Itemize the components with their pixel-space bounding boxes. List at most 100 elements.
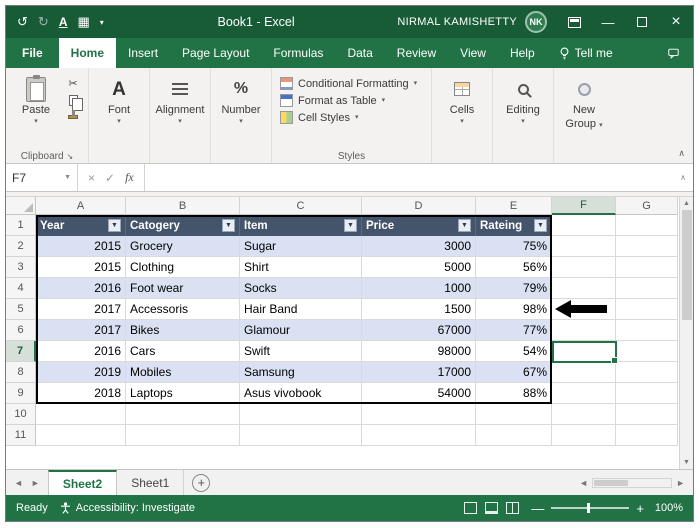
vertical-scroll-thumb[interactable] (681, 210, 692, 320)
cell-A4[interactable]: 2016 (36, 278, 126, 299)
row-header-5[interactable]: 5 (6, 299, 36, 320)
cell-styles-button[interactable]: Cell Styles ▾ (280, 111, 417, 124)
cell-G10[interactable] (616, 404, 678, 425)
tab-tell-me[interactable]: Tell me (547, 38, 625, 68)
row-header-1[interactable]: 1 (6, 215, 36, 236)
cell-A5[interactable]: 2017 (36, 299, 126, 320)
cell-F5[interactable] (552, 299, 616, 320)
row-header-4[interactable]: 4 (6, 278, 36, 299)
conditional-formatting-button[interactable]: Conditional Formatting ▾ (280, 77, 417, 90)
cell-D2[interactable]: 3000 (362, 236, 476, 257)
cell-A2[interactable]: 2015 (36, 236, 126, 257)
formula-input[interactable] (145, 164, 673, 191)
tab-page-layout[interactable]: Page Layout (170, 38, 261, 68)
cell-E2[interactable]: 75% (476, 236, 552, 257)
cell-F9[interactable] (552, 383, 616, 404)
avatar[interactable]: NK (525, 11, 547, 33)
tab-data[interactable]: Data (335, 38, 384, 68)
table-icon[interactable]: ▦ (74, 14, 92, 30)
vertical-scrollbar[interactable]: ▲ ▼ (679, 197, 693, 469)
cell-F3[interactable] (552, 257, 616, 278)
format-painter-button[interactable] (65, 110, 81, 124)
undo-icon[interactable]: ↺ (14, 14, 31, 30)
cell-G6[interactable] (616, 320, 678, 341)
cell-F10[interactable] (552, 404, 616, 425)
cell-F8[interactable] (552, 362, 616, 383)
cell-D11[interactable] (362, 425, 476, 446)
cell-G3[interactable] (616, 257, 678, 278)
cell-A8[interactable]: 2019 (36, 362, 126, 383)
tab-help[interactable]: Help (498, 38, 547, 68)
page-layout-view-button[interactable] (485, 502, 499, 514)
cell-C3[interactable]: Shirt (240, 257, 362, 278)
cells-button[interactable]: Cells ▾ (436, 72, 488, 147)
cell-F11[interactable] (552, 425, 616, 446)
cell-F1[interactable] (552, 215, 616, 236)
cell-B2[interactable]: Grocery (126, 236, 240, 257)
editing-button[interactable]: Editing ▾ (497, 72, 549, 147)
cell-G4[interactable] (616, 278, 678, 299)
underline-icon[interactable]: A (56, 15, 71, 29)
cell-D5[interactable]: 1500 (362, 299, 476, 320)
cell-G1[interactable] (616, 215, 678, 236)
cell-C9[interactable]: Asus vivobook (240, 383, 362, 404)
minimize-button[interactable]: — (591, 6, 625, 38)
collapse-ribbon-button[interactable]: ∧ (678, 148, 685, 159)
column-header-E[interactable]: E (476, 197, 552, 215)
page-break-view-button[interactable] (506, 502, 520, 514)
redo-icon[interactable]: ↻ (35, 14, 52, 30)
cell-B11[interactable] (126, 425, 240, 446)
number-button[interactable]: % Number ▾ (215, 72, 267, 147)
cell-B1[interactable]: Catogery ▼ (126, 215, 240, 236)
column-header-F[interactable]: F (552, 197, 616, 215)
cell-A9[interactable]: 2018 (36, 383, 126, 404)
cell-B9[interactable]: Laptops (126, 383, 240, 404)
cell-F6[interactable] (552, 320, 616, 341)
cell-F2[interactable] (552, 236, 616, 257)
cell-D1[interactable]: Price ▼ (362, 215, 476, 236)
tab-file[interactable]: File (6, 38, 59, 68)
cell-D10[interactable] (362, 404, 476, 425)
cell-E8[interactable]: 67% (476, 362, 552, 383)
cell-D7[interactable]: 98000 (362, 341, 476, 362)
row-header-9[interactable]: 9 (6, 383, 36, 404)
cell-A1[interactable]: Year ▼ (36, 215, 126, 236)
row-header-3[interactable]: 3 (6, 257, 36, 278)
cell-C6[interactable]: Glamour (240, 320, 362, 341)
close-button[interactable]: × (659, 6, 693, 38)
cell-A7[interactable]: 2016 (36, 341, 126, 362)
tab-home[interactable]: Home (58, 38, 117, 68)
filter-button-catogery[interactable]: ▼ (222, 219, 235, 232)
tab-formulas[interactable]: Formulas (261, 38, 335, 68)
ribbon-display-options-button[interactable] (557, 6, 591, 38)
accessibility-checker[interactable]: Accessibility: Investigate (60, 502, 195, 514)
name-box[interactable]: F7 ▼ (6, 164, 78, 191)
filter-button-item[interactable]: ▼ (344, 219, 357, 232)
cell-B5[interactable]: Accessoris (126, 299, 240, 320)
cell-E4[interactable]: 79% (476, 278, 552, 299)
cell-E6[interactable]: 77% (476, 320, 552, 341)
clipboard-dialog-launcher[interactable]: ↘ (67, 152, 74, 161)
cell-G5[interactable] (616, 299, 678, 320)
column-header-C[interactable]: C (240, 197, 362, 215)
zoom-out-button[interactable]: — (531, 502, 544, 515)
filter-button-year[interactable]: ▼ (108, 219, 121, 232)
column-header-D[interactable]: D (362, 197, 476, 215)
cancel-formula-button[interactable]: × (88, 171, 95, 185)
zoom-slider[interactable] (551, 503, 630, 513)
cell-G11[interactable] (616, 425, 678, 446)
cell-G2[interactable] (616, 236, 678, 257)
cell-B10[interactable] (126, 404, 240, 425)
cell-B4[interactable]: Foot wear (126, 278, 240, 299)
cell-C4[interactable]: Socks (240, 278, 362, 299)
tab-insert[interactable]: Insert (116, 38, 170, 68)
cell-A3[interactable]: 2015 (36, 257, 126, 278)
cell-F7[interactable] (552, 341, 616, 362)
cell-A10[interactable] (36, 404, 126, 425)
column-header-G[interactable]: G (616, 197, 678, 215)
hscroll-left-icon[interactable]: ◄ (579, 478, 588, 488)
cell-E3[interactable]: 56% (476, 257, 552, 278)
row-header-10[interactable]: 10 (6, 404, 36, 425)
cell-G8[interactable] (616, 362, 678, 383)
new-sheet-button[interactable]: + (192, 473, 211, 492)
